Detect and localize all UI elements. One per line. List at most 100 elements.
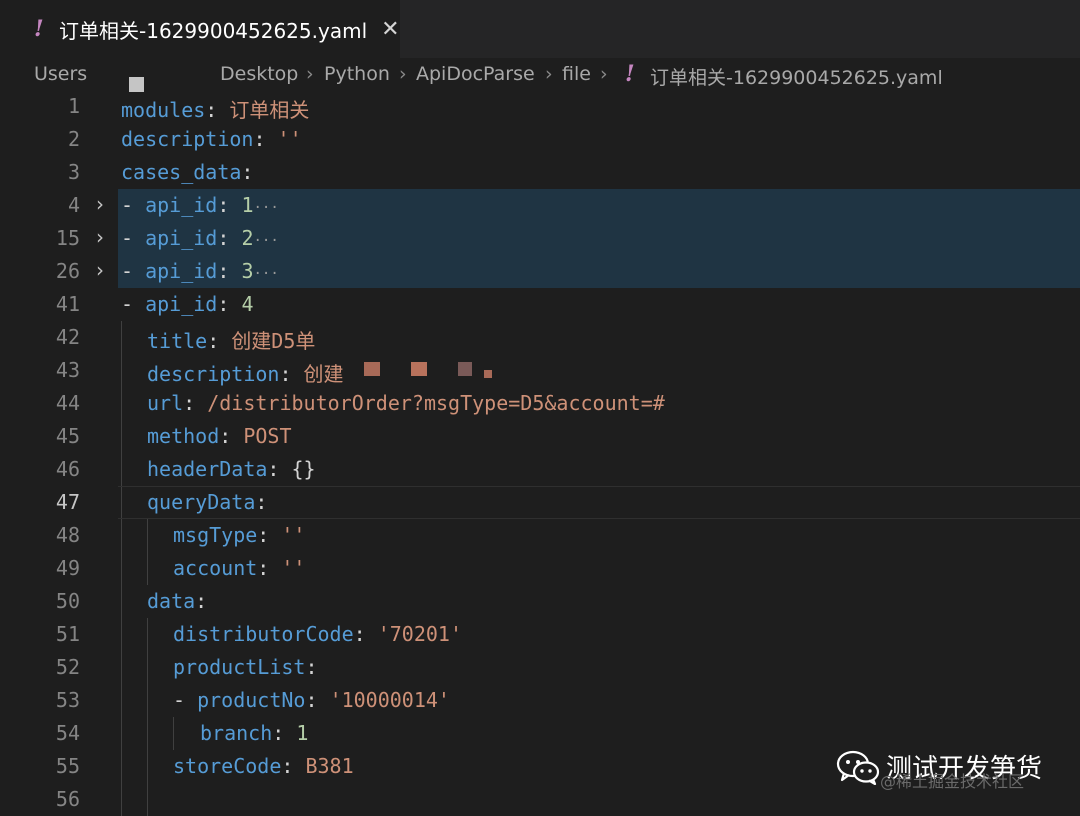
code-line-active[interactable]: 47 queryData: bbox=[0, 486, 1080, 519]
line-number: 43 bbox=[55, 358, 80, 382]
breadcrumb-file[interactable]: file bbox=[562, 63, 591, 85]
line-number: 51 bbox=[55, 622, 80, 646]
line-number: 46 bbox=[55, 457, 80, 481]
line-number: 26 bbox=[55, 259, 80, 283]
yaml-key: method bbox=[147, 424, 220, 448]
line-number: 55 bbox=[55, 754, 80, 778]
yaml-value: B381 bbox=[305, 754, 354, 778]
code-line[interactable]: 42 title: 创建D5单 bbox=[0, 321, 1080, 354]
yaml-value: 4 bbox=[241, 292, 254, 316]
breadcrumb-filename[interactable]: 订单相关-1629900452625.yaml bbox=[650, 63, 943, 90]
yaml-value: 1 bbox=[241, 193, 254, 217]
code-line[interactable]: 54 branch: 1 bbox=[0, 717, 1080, 750]
yaml-key: productNo bbox=[197, 688, 306, 712]
code-line-folded[interactable]: 15 › - api_id: 2··· bbox=[0, 222, 1080, 255]
exclamation-icon: ! bbox=[625, 61, 635, 87]
fold-ellipsis[interactable]: ··· bbox=[253, 233, 278, 249]
code-line[interactable]: 3 cases_data: bbox=[0, 156, 1080, 189]
chevron-right-icon: › bbox=[399, 63, 407, 85]
yaml-value: '10000014' bbox=[329, 688, 450, 712]
yaml-key: queryData bbox=[147, 490, 256, 514]
redacted-blot bbox=[411, 362, 427, 376]
code-line[interactable]: 43 description: 创建 bbox=[0, 354, 1080, 387]
breadcrumb-users[interactable]: Users bbox=[34, 63, 87, 85]
yaml-key: headerData bbox=[147, 457, 268, 481]
yaml-value: '' bbox=[281, 556, 306, 580]
chevron-right-icon[interactable]: › bbox=[96, 225, 104, 249]
yaml-key: api_id bbox=[145, 259, 218, 283]
line-number: 4 bbox=[67, 193, 80, 217]
chevron-right-icon: › bbox=[545, 63, 553, 85]
yaml-key: modules bbox=[121, 98, 206, 122]
code-line[interactable]: 52 productList: bbox=[0, 651, 1080, 684]
yaml-value: '' bbox=[277, 127, 302, 151]
line-number: 53 bbox=[55, 688, 80, 712]
yaml-value: 3 bbox=[241, 259, 254, 283]
breadcrumb-python[interactable]: Python bbox=[324, 63, 390, 85]
code-line[interactable]: 2 description: '' bbox=[0, 123, 1080, 156]
line-number: 15 bbox=[55, 226, 80, 250]
code-line[interactable]: 44 url: /distributorOrder?msgType=D5&acc… bbox=[0, 387, 1080, 420]
yaml-value: 订单相关 bbox=[229, 98, 310, 122]
redacted-blot bbox=[364, 362, 380, 376]
yaml-value: 1 bbox=[296, 721, 309, 745]
code-line[interactable]: 41 - api_id: 4 bbox=[0, 288, 1080, 321]
yaml-key: api_id bbox=[145, 193, 218, 217]
line-number: 50 bbox=[55, 589, 80, 613]
yaml-key: storeCode bbox=[173, 754, 282, 778]
yaml-value: 创建 bbox=[303, 362, 344, 386]
close-icon[interactable]: ✕ bbox=[381, 17, 399, 42]
yaml-key: api_id bbox=[145, 292, 218, 316]
yaml-value: 2 bbox=[241, 226, 254, 250]
exclamation-icon: ! bbox=[34, 16, 44, 42]
yaml-value: /distributorOrder?msgType=D5&account=# bbox=[207, 391, 665, 415]
code-line[interactable]: 48 msgType: '' bbox=[0, 519, 1080, 552]
yaml-value: {} bbox=[291, 457, 316, 481]
breadcrumb-desktop[interactable]: Desktop bbox=[220, 63, 298, 85]
yaml-key: branch bbox=[200, 721, 273, 745]
yaml-value: POST bbox=[243, 424, 292, 448]
yaml-key: account bbox=[173, 556, 258, 580]
yaml-value: '' bbox=[281, 523, 306, 547]
line-number: 56 bbox=[55, 787, 80, 811]
fold-ellipsis[interactable]: ··· bbox=[253, 266, 278, 282]
redacted-blot bbox=[458, 362, 472, 376]
redacted-blot bbox=[484, 370, 492, 378]
code-line[interactable]: 46 headerData: {} bbox=[0, 453, 1080, 486]
line-number: 41 bbox=[55, 292, 80, 316]
yaml-key: cases_data bbox=[121, 160, 242, 184]
chevron-right-icon[interactable]: › bbox=[96, 192, 104, 216]
yaml-key: url bbox=[147, 391, 184, 415]
yaml-key: distributorCode bbox=[173, 622, 354, 646]
yaml-key: description bbox=[121, 127, 254, 151]
yaml-key: productList bbox=[173, 655, 306, 679]
code-line[interactable]: 53 - productNo: '10000014' bbox=[0, 684, 1080, 717]
code-line-folded[interactable]: 26 › - api_id: 3··· bbox=[0, 255, 1080, 288]
yaml-key: title bbox=[147, 329, 208, 353]
yaml-key: description bbox=[147, 362, 280, 386]
chevron-right-icon: › bbox=[306, 63, 314, 85]
line-number: 1 bbox=[67, 94, 80, 118]
line-number: 45 bbox=[55, 424, 80, 448]
line-number: 54 bbox=[55, 721, 80, 745]
line-number: 49 bbox=[55, 556, 80, 580]
line-number: 47 bbox=[55, 490, 80, 514]
code-line[interactable]: 51 distributorCode: '70201' bbox=[0, 618, 1080, 651]
watermark-subtitle: @稀土掘金技术社区 bbox=[880, 772, 1025, 791]
code-editor[interactable]: 1 modules: 订单相关 2 description: '' 3 case… bbox=[0, 90, 1080, 816]
chevron-right-icon[interactable]: › bbox=[96, 258, 104, 282]
code-line[interactable]: 45 method: POST bbox=[0, 420, 1080, 453]
code-line[interactable]: 49 account: '' bbox=[0, 552, 1080, 585]
code-line[interactable]: 50 data: bbox=[0, 585, 1080, 618]
fold-ellipsis[interactable]: ··· bbox=[253, 200, 278, 216]
yaml-key: api_id bbox=[145, 226, 218, 250]
line-number: 2 bbox=[67, 127, 80, 151]
code-line-folded[interactable]: 4 › - api_id: 1··· bbox=[0, 189, 1080, 222]
breadcrumb-apidocparse[interactable]: ApiDocParse bbox=[416, 63, 535, 85]
code-line[interactable]: 1 modules: 订单相关 bbox=[0, 90, 1080, 123]
breadcrumb: Users Desktop › Python › ApiDocParse › f… bbox=[0, 58, 1080, 92]
tab-title: 订单相关-1629900452625.yaml bbox=[59, 18, 368, 43]
editor-tab[interactable]: ! 订单相关-1629900452625.yaml ✕ bbox=[0, 0, 400, 58]
yaml-key: data bbox=[147, 589, 196, 613]
line-number: 44 bbox=[55, 391, 80, 415]
